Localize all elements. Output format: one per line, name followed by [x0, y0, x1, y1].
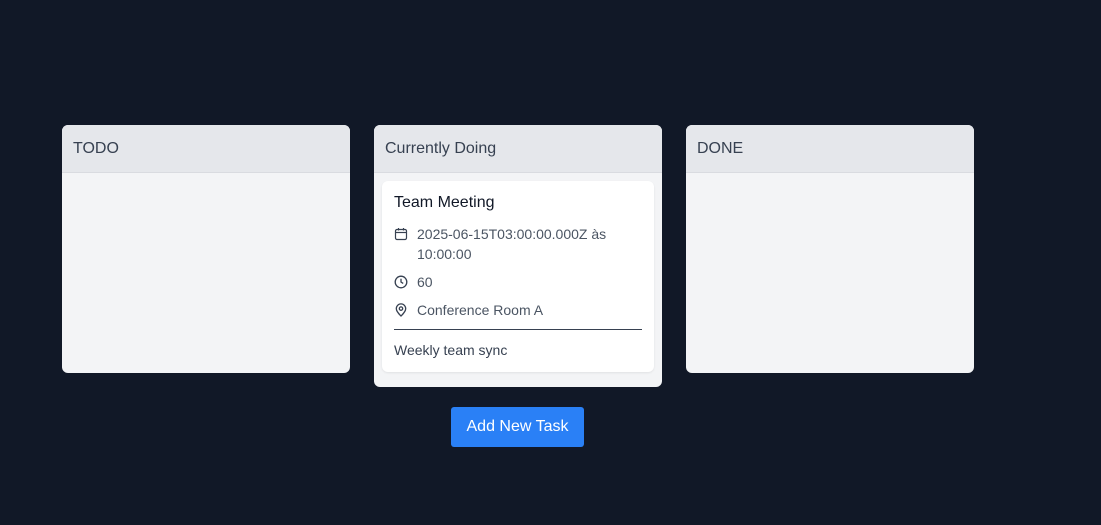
task-description: Weekly team sync [394, 342, 508, 358]
kanban-board: TODO Currently Doing Team Meeting 2025-0… [62, 125, 974, 387]
task-location-row: Conference Room A [394, 300, 642, 320]
column-title: Currently Doing [385, 139, 497, 157]
task-title: Team Meeting [394, 194, 495, 211]
add-new-task-button[interactable]: Add New Task [451, 407, 584, 447]
map-pin-icon [394, 303, 408, 317]
calendar-icon [394, 227, 408, 241]
column-todo: TODO [62, 125, 350, 373]
task-location: Conference Room A [417, 302, 544, 318]
task-divider [394, 329, 642, 330]
column-drop-zone[interactable] [686, 173, 974, 373]
column-done: DONE [686, 125, 974, 373]
task-duration: 60 [417, 274, 433, 290]
task-duration-row: 60 [394, 272, 642, 292]
task-datetime-row: 2025-06-15T03:00:00.000Z às 10:00:00 [394, 224, 642, 264]
column-title: TODO [73, 139, 119, 157]
clock-icon [394, 275, 408, 289]
column-currently-doing: Currently Doing Team Meeting 2025-06-15T… [374, 125, 662, 387]
column-drop-zone[interactable] [62, 173, 350, 373]
column-header: Currently Doing [374, 125, 662, 173]
column-drop-zone[interactable]: Team Meeting 2025-06-15T03:00:00.000Z às… [374, 173, 662, 387]
task-datetime: 2025-06-15T03:00:00.000Z às 10:00:00 [417, 226, 607, 262]
column-header: TODO [62, 125, 350, 173]
column-title: DONE [697, 139, 744, 157]
task-card[interactable]: Team Meeting 2025-06-15T03:00:00.000Z às… [382, 181, 654, 372]
column-header: DONE [686, 125, 974, 173]
